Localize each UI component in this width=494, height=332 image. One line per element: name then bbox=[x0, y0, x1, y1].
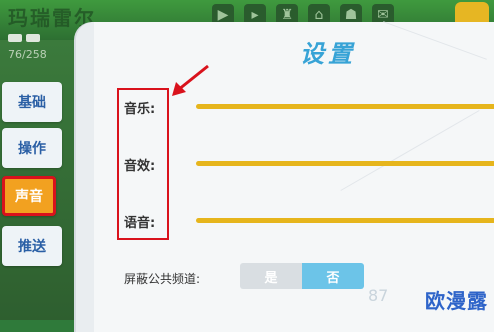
mute-public-label: 屏蔽公共频道: bbox=[124, 272, 201, 286]
voice-slider[interactable] bbox=[196, 218, 494, 223]
score-readout: 76/258 bbox=[8, 48, 47, 61]
mute-public-toggle[interactable]: 是 否 bbox=[240, 263, 364, 289]
watermark: 欧漫露 bbox=[425, 289, 488, 313]
tab-basic[interactable]: 基础 bbox=[2, 82, 62, 122]
music-slider[interactable] bbox=[196, 104, 494, 109]
toggle-yes[interactable]: 是 bbox=[240, 263, 302, 289]
mini-indicator bbox=[26, 34, 40, 42]
page-title: 设置 bbox=[300, 40, 356, 68]
watermark-number: 87 bbox=[368, 286, 389, 305]
tab-sound[interactable]: 声音 bbox=[2, 176, 56, 216]
annotation-arrow-icon bbox=[172, 64, 209, 96]
mini-indicator bbox=[8, 34, 22, 42]
toggle-no[interactable]: 否 bbox=[302, 263, 364, 289]
panel-edge bbox=[76, 22, 94, 332]
sfx-slider[interactable] bbox=[196, 161, 494, 166]
tab-controls[interactable]: 操作 bbox=[2, 128, 62, 168]
tab-push[interactable]: 推送 bbox=[2, 226, 62, 266]
mini-indicators bbox=[8, 34, 40, 42]
highlight-box bbox=[117, 88, 169, 240]
